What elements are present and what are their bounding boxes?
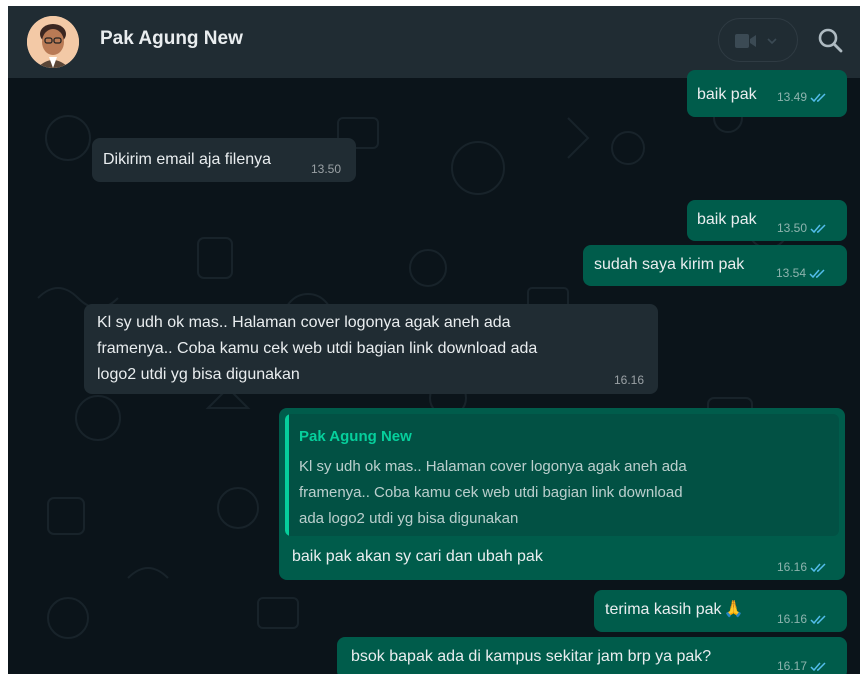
message-meta: 16.16 <box>777 612 828 626</box>
message-bubble-outgoing[interactable]: sudah saya kirim pak 13.54 <box>583 245 847 286</box>
message-text: baik pak akan sy cari dan ubah pak <box>292 548 543 565</box>
message-bubble-outgoing[interactable]: baik pak 13.49 <box>687 70 847 117</box>
message-meta: 16.17 <box>777 659 828 673</box>
message-meta: 13.49 <box>777 90 828 104</box>
message-bubble-outgoing[interactable]: baik pak 13.50 <box>687 200 847 241</box>
message-time: 13.50 <box>777 221 808 235</box>
double-check-icon <box>810 562 826 572</box>
message-meta: 16.16 <box>614 373 644 387</box>
message-time: 16.17 <box>777 659 808 673</box>
message-time: 13.54 <box>776 266 807 280</box>
message-text-line: logo2 utdi yg bisa digunakan <box>97 366 300 383</box>
message-meta: 13.50 <box>311 162 341 176</box>
folded-hands-emoji: 🙏 <box>723 601 744 618</box>
message-meta: 16.16 <box>777 560 828 574</box>
message-text-line: Kl sy udh ok mas.. Halaman cover logonya… <box>97 314 511 331</box>
double-check-icon <box>810 92 826 102</box>
double-check-icon <box>809 268 825 278</box>
message-time: 16.16 <box>777 560 808 574</box>
video-camera-icon <box>735 34 756 48</box>
message-text: Dikirim email aja filenya <box>103 151 272 168</box>
message-time: 16.16 <box>614 373 645 387</box>
quoted-text-line: Kl sy udh ok mas.. Halaman cover logonya… <box>299 458 687 475</box>
quoted-text-line: ada logo2 utdi yg bisa digunakan <box>299 510 519 527</box>
quote-accent-bar <box>285 414 289 536</box>
video-call-button[interactable] <box>718 18 798 62</box>
message-text: sudah saya kirim pak <box>594 256 745 273</box>
message-bubble-incoming[interactable]: Kl sy udh ok mas.. Halaman cover logonya… <box>84 304 658 394</box>
message-text-line: framenya.. Coba kamu cek web utdi bagian… <box>97 340 538 357</box>
search-icon <box>818 28 843 53</box>
avatar[interactable] <box>27 16 79 68</box>
double-check-icon <box>810 661 826 671</box>
search-button[interactable] <box>814 24 848 58</box>
message-time: 13.50 <box>311 162 342 176</box>
quoted-text: Kl sy udh ok mas.. Halaman cover logonya… <box>299 454 829 532</box>
message-text: baik pak <box>697 86 757 103</box>
chevron-down-icon <box>767 38 777 45</box>
contact-name[interactable]: Pak Agung New <box>100 28 243 50</box>
message-text: terima kasih pak 🙏 <box>605 597 743 623</box>
message-bubble-incoming[interactable]: Dikirim email aja filenya 13.50 <box>92 138 356 182</box>
message-bubble-outgoing[interactable]: terima kasih pak 🙏 16.16 <box>594 590 847 632</box>
double-check-icon <box>810 223 826 233</box>
message-meta: 13.54 <box>776 266 827 280</box>
chat-header: Pak Agung New <box>8 6 860 78</box>
message-text: bsok bapak ada di kampus sekitar jam brp… <box>351 648 712 665</box>
whatsapp-window: Pak Agung New baik pak 13.49 Dikirim ema… <box>8 6 860 674</box>
message-bubble-outgoing-reply[interactable]: Pak Agung New Kl sy udh ok mas.. Halaman… <box>279 408 845 580</box>
message-text: baik pak <box>697 211 757 228</box>
quoted-message[interactable]: Pak Agung New Kl sy udh ok mas.. Halaman… <box>285 414 839 536</box>
quoted-text-line: framenya.. Coba kamu cek web utdi bagian… <box>299 484 683 501</box>
message-list[interactable]: baik pak 13.49 Dikirim email aja filenya… <box>8 70 860 674</box>
double-check-icon <box>810 614 826 624</box>
quoted-sender-name: Pak Agung New <box>299 428 412 445</box>
message-time: 13.49 <box>777 90 808 104</box>
message-meta: 13.50 <box>777 221 828 235</box>
message-time: 16.16 <box>777 612 808 626</box>
message-bubble-outgoing[interactable]: bsok bapak ada di kampus sekitar jam brp… <box>337 637 847 674</box>
message-text-content: terima kasih pak <box>605 601 722 618</box>
